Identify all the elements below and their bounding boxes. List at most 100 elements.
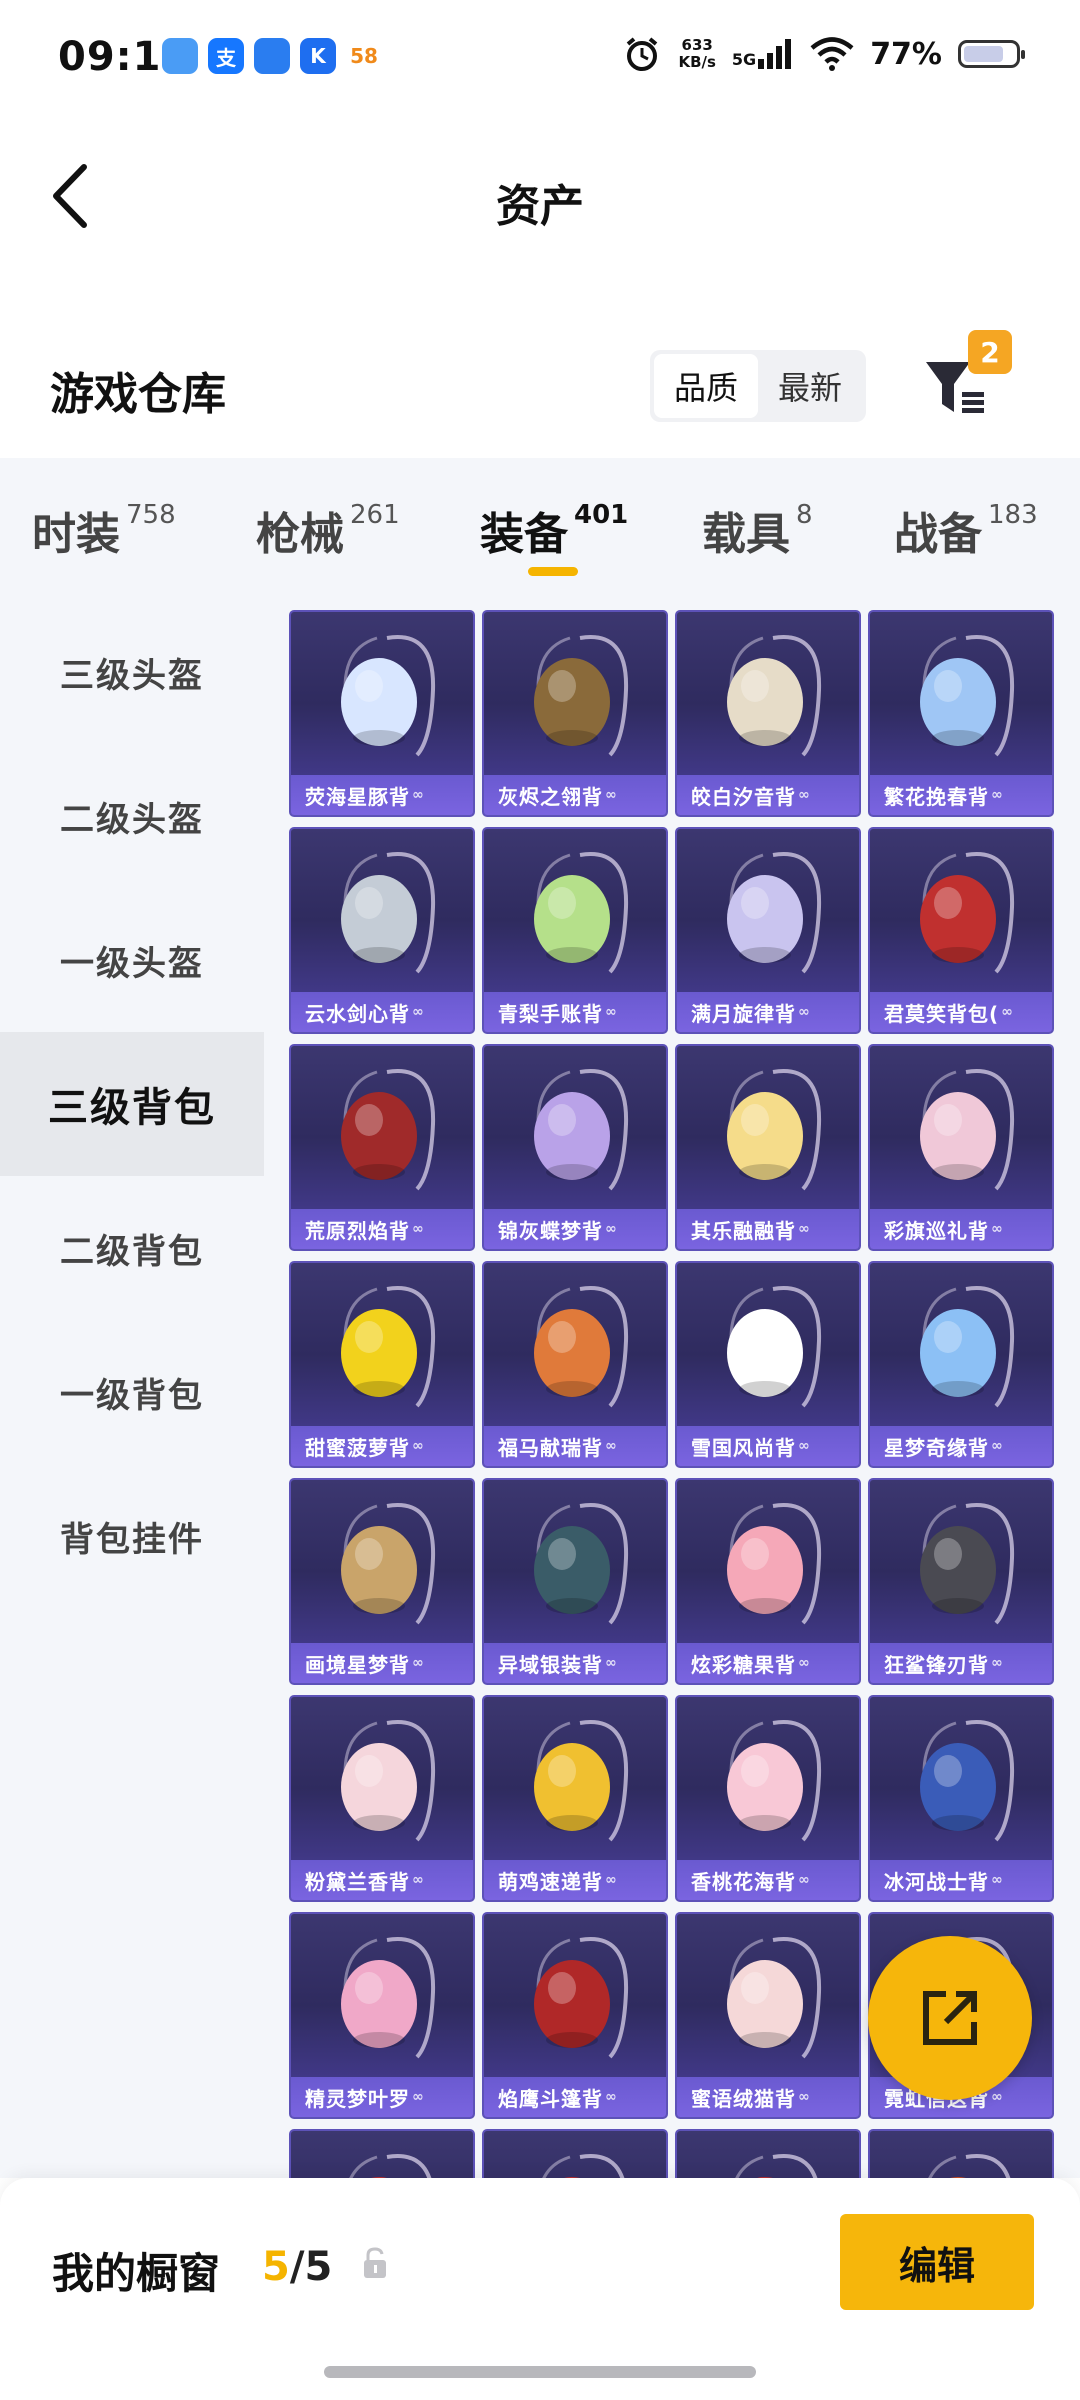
backpack-image xyxy=(291,1046,473,1211)
sidebar-item-helmet-2[interactable]: 二级头盔 xyxy=(0,744,264,888)
tab-vehicles[interactable]: 载具 8 xyxy=(702,498,813,562)
backpack-icon xyxy=(928,2153,1011,2178)
backpack-icon xyxy=(534,1068,629,1190)
item-card[interactable]: 冰河战士背 xyxy=(868,1695,1054,1902)
item-card[interactable]: 其乐融融背 xyxy=(675,1044,861,1251)
sidebar-item-backpack-2[interactable]: 二级背包 xyxy=(0,1176,264,1320)
item-name: 精灵梦叶罗 xyxy=(291,2077,473,2117)
share-fab[interactable] xyxy=(868,1936,1032,2100)
sidebar-item-backpack-3[interactable]: 三级背包 xyxy=(0,1032,264,1176)
item-card[interactable]: 香桃花海背 xyxy=(675,1695,861,1902)
item-card[interactable] xyxy=(868,2129,1054,2178)
backpack-icon xyxy=(727,1502,822,1624)
item-name: 狂鲨锋刃背 xyxy=(870,1643,1052,1683)
backpack-icon xyxy=(727,1936,822,2058)
backpack-image xyxy=(291,1480,473,1645)
sidebar-item-helmet-1[interactable]: 一级头盔 xyxy=(0,888,264,1032)
item-card[interactable]: 画境星梦背 xyxy=(289,1478,475,1685)
tab-guns[interactable]: 枪械 261 xyxy=(256,498,400,562)
item-name: 锦灰蝶梦背 xyxy=(484,1209,666,1249)
item-card[interactable]: 萌鸡速递背 xyxy=(482,1695,668,1902)
item-name: 雪国风尚背 xyxy=(677,1426,859,1466)
item-name: 其乐融融背 xyxy=(677,1209,859,1249)
backpack-icon xyxy=(341,851,436,973)
tab-equipment[interactable]: 装备 401 xyxy=(480,498,628,562)
backpack-image xyxy=(677,1480,859,1645)
backpack-image xyxy=(291,1914,473,2079)
item-card[interactable]: 甜蜜菠萝背 xyxy=(289,1261,475,1468)
item-card[interactable]: 锦灰蝶梦背 xyxy=(482,1044,668,1251)
item-card[interactable]: 皎白汐音背 xyxy=(675,610,861,817)
backpack-icon xyxy=(920,634,1015,756)
backpack-image xyxy=(484,2131,666,2178)
item-card[interactable]: 福马献瑞背 xyxy=(482,1261,668,1468)
item-card[interactable]: 狂鲨锋刃背 xyxy=(868,1478,1054,1685)
item-card[interactable]: 荒原烈焰背 xyxy=(289,1044,475,1251)
backpack-image xyxy=(870,1046,1052,1211)
backpack-icon xyxy=(920,1719,1015,1841)
backpack-icon xyxy=(534,1502,629,1624)
item-card[interactable]: 蜜语绒猫背 xyxy=(675,1912,861,2119)
cell-signal: 5G xyxy=(732,39,794,69)
item-card[interactable] xyxy=(675,2129,861,2178)
item-card[interactable]: 炫彩糖果背 xyxy=(675,1478,861,1685)
showcase-label: 我的橱窗 xyxy=(52,2249,221,2298)
tab-fashion[interactable]: 时装 758 xyxy=(32,498,176,562)
showcase-count: 5/5 xyxy=(262,2244,333,2290)
status-icons: 633 KB/s 5G 77% xyxy=(622,34,1025,74)
backpack-image xyxy=(677,1697,859,1862)
backpack-image xyxy=(291,612,473,777)
item-name: 满月旋律背 xyxy=(677,992,859,1032)
sort-by-quality[interactable]: 品质 xyxy=(654,354,758,418)
backpack-icon xyxy=(920,1502,1015,1624)
backpack-icon xyxy=(920,1285,1015,1407)
sidebar-item-backpack-1[interactable]: 一级背包 xyxy=(0,1320,264,1464)
item-card[interactable] xyxy=(289,2129,475,2178)
backpack-image xyxy=(870,612,1052,777)
item-card[interactable]: 荧海星豚背 xyxy=(289,610,475,817)
backpack-image xyxy=(870,2131,1052,2178)
item-card[interactable]: 焰鹰斗篷背 xyxy=(482,1912,668,2119)
backpack-icon xyxy=(920,1068,1015,1190)
item-card[interactable]: 彩旗巡礼背 xyxy=(868,1044,1054,1251)
item-name: 香桃花海背 xyxy=(677,1860,859,1900)
item-card[interactable]: 青梨手账背 xyxy=(482,827,668,1034)
item-card[interactable]: 灰烬之翎背 xyxy=(482,610,668,817)
alipay-icon: 支 xyxy=(208,38,244,74)
item-card[interactable]: 异域银装背 xyxy=(482,1478,668,1685)
item-card[interactable]: 精灵梦叶罗 xyxy=(289,1912,475,2119)
item-name: 福马献瑞背 xyxy=(484,1426,666,1466)
item-card[interactable]: 粉黛兰香背 xyxy=(289,1695,475,1902)
sidebar-item-helmet-3[interactable]: 三级头盔 xyxy=(0,600,264,744)
item-card[interactable]: 君莫笑背包( xyxy=(868,827,1054,1034)
warehouse-title: 游戏仓库 xyxy=(50,369,226,420)
backpack-image xyxy=(870,1697,1052,1862)
item-name: 蜜语绒猫背 xyxy=(677,2077,859,2117)
item-name: 彩旗巡礼背 xyxy=(870,1209,1052,1249)
edit-button[interactable]: 编辑 xyxy=(840,2214,1034,2310)
backpack-icon xyxy=(341,1068,436,1190)
item-card[interactable]: 雪国风尚背 xyxy=(675,1261,861,1468)
backpack-image xyxy=(291,2131,473,2178)
item-name: 云水剑心背 xyxy=(291,992,473,1032)
page-title: 资产 xyxy=(496,181,584,232)
item-card[interactable]: 繁花挽春背 xyxy=(868,610,1054,817)
sidebar-item-backpack-charm[interactable]: 背包挂件 xyxy=(0,1464,264,1608)
backpack-image xyxy=(484,612,666,777)
tab-supplies[interactable]: 战备 183 xyxy=(894,498,1038,562)
item-card[interactable]: 星梦奇缘背 xyxy=(868,1261,1054,1468)
item-card[interactable]: 满月旋律背 xyxy=(675,827,861,1034)
item-name: 灰烬之翎背 xyxy=(484,775,666,815)
active-tab-indicator xyxy=(528,567,578,576)
home-indicator[interactable] xyxy=(324,2366,756,2378)
backpack-image xyxy=(484,829,666,994)
backpack-icon xyxy=(341,1285,436,1407)
backpack-icon xyxy=(534,1285,629,1407)
item-name: 甜蜜菠萝背 xyxy=(291,1426,473,1466)
item-card[interactable]: 云水剑心背 xyxy=(289,827,475,1034)
backpack-image xyxy=(870,1480,1052,1645)
sort-by-latest[interactable]: 最新 xyxy=(758,354,862,418)
backpack-icon xyxy=(727,1285,822,1407)
item-card[interactable] xyxy=(482,2129,668,2178)
backpack-icon xyxy=(341,1719,436,1841)
